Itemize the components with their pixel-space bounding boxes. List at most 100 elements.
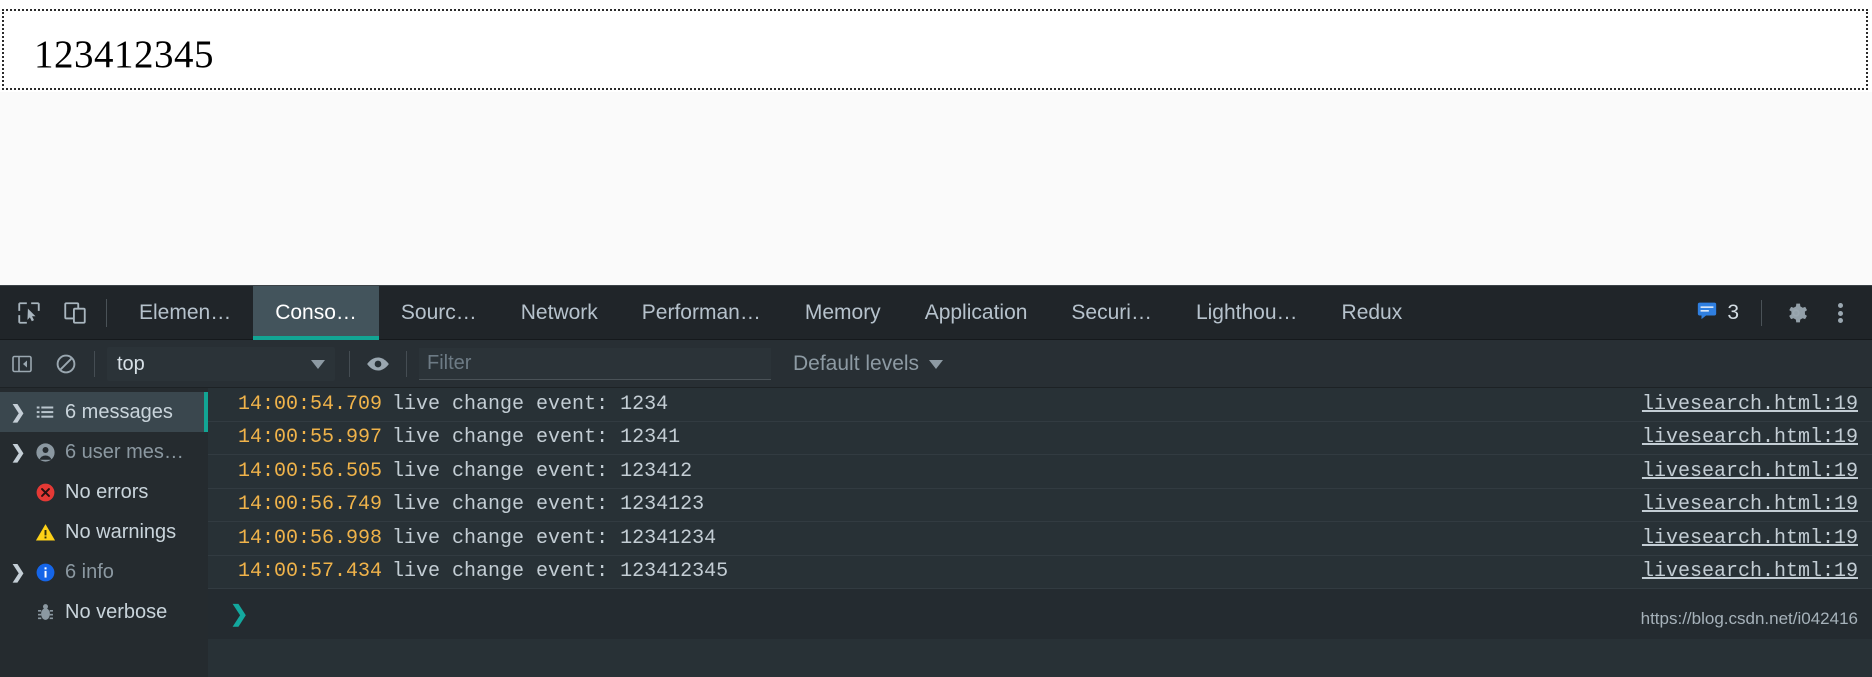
tab-redux[interactable]: Redux [1320,286,1425,340]
prompt-caret-icon: ❯ [230,601,249,626]
log-timestamp: 14:00:57.434 [238,560,383,584]
chevron-down-icon [311,359,325,369]
table-row[interactable]: 14:00:56.749 live change event: 1234123 … [208,489,1872,522]
tab-console-label: Conso… [275,301,357,324]
tab-security[interactable]: Securi… [1049,286,1174,340]
sidebar-item-user-messages[interactable]: ❯ 6 user mes… [0,432,208,472]
tab-security-label: Securi… [1071,301,1152,324]
tabbar-divider [106,299,107,327]
sidebar-item-verbose[interactable]: ❯ No verbose [0,592,208,632]
expand-arrow-icon[interactable]: ❯ [6,443,30,461]
message-count-value: 3 [1727,301,1739,324]
sidebar-item-errors-label: No errors [65,480,149,503]
log-timestamp: 14:00:55.997 [238,426,383,450]
device-toolbar-icon[interactable] [52,286,98,340]
log-source-link[interactable]: livesearch.html:19 [1642,393,1858,416]
message-count-badge[interactable]: 3 [1686,299,1749,327]
log-timestamp: 14:00:54.709 [238,392,383,416]
filterbar-divider [94,351,95,377]
expand-arrow-icon[interactable]: ❯ [6,563,30,581]
console-sidebar: ❯ 6 messages ❯ 6 user mes… No errors No … [0,388,208,677]
devtools-panel: Elemen… Conso… Sourc… Network Performan…… [0,285,1872,677]
info-icon [30,561,60,584]
filter-input[interactable] [419,348,771,380]
log-source-link[interactable]: livesearch.html:19 [1642,426,1858,449]
bug-icon [30,601,60,624]
kebab-dot [1837,318,1843,323]
console-log-list: 14:00:54.709 live change event: 1234 liv… [208,388,1872,677]
tab-elements[interactable]: Elemen… [117,286,253,340]
tab-performance-label: Performan… [641,301,761,324]
log-message: live change event: 1234 [392,392,669,416]
expand-arrow-icon[interactable]: ❯ [6,403,30,421]
toggle-console-sidebar-icon[interactable] [0,352,44,376]
tab-application[interactable]: Application [903,286,1050,340]
log-timestamp: 14:00:56.749 [238,493,383,517]
sidebar-item-errors[interactable]: ❯ No errors [0,472,208,512]
filterbar-divider [406,351,407,377]
tab-console[interactable]: Conso… [253,286,379,340]
tab-network-label: Network [520,301,598,324]
table-row[interactable]: 14:00:56.505 live change event: 123412 l… [208,455,1872,489]
sidebar-item-warnings-label: No warnings [65,520,177,543]
tab-sources-label: Sourc… [400,301,477,324]
clear-console-icon[interactable] [44,352,88,376]
table-row[interactable]: 14:00:56.998 live change event: 12341234… [208,522,1872,556]
more-options-kebab-icon[interactable] [1818,301,1862,326]
tabbar-right-controls: 3 [1686,286,1872,340]
sidebar-item-warnings[interactable]: ❯ No warnings [0,512,208,552]
console-prompt[interactable]: ❯ https://blog.csdn.net/i042416 [208,589,1872,639]
live-search-input[interactable]: 123412345 [2,9,1868,90]
tab-memory[interactable]: Memory [783,286,903,340]
tab-lighthouse[interactable]: Lighthou… [1174,286,1320,340]
inspect-element-icon[interactable] [6,286,52,340]
warning-icon [30,521,60,544]
log-message: live change event: 12341234 [392,526,717,550]
tab-performance[interactable]: Performan… [620,286,783,340]
browser-page-area: 123412345 [0,0,1872,285]
settings-gear-icon[interactable] [1774,300,1818,326]
filterbar-divider [349,351,350,377]
console-body: ❯ 6 messages ❯ 6 user mes… No errors No … [0,388,1872,677]
sidebar-item-info[interactable]: ❯ 6 info [0,552,208,592]
error-icon [30,481,60,504]
chevron-down-icon [929,359,944,369]
tab-lighthouse-label: Lighthou… [1195,301,1298,324]
tab-redux-label: Redux [1341,301,1403,324]
tab-network[interactable]: Network [499,286,620,340]
log-message: live change event: 12341 [392,426,681,450]
live-search-input-value: 123412345 [34,33,214,76]
tab-elements-label: Elemen… [139,301,232,324]
log-source-link[interactable]: livesearch.html:19 [1642,460,1858,483]
tab-sources[interactable]: Sourc… [379,286,499,340]
tab-memory-label: Memory [804,301,881,324]
table-row[interactable]: 14:00:57.434 live change event: 12341234… [208,556,1872,589]
sidebar-item-messages-label: 6 messages [65,400,173,423]
log-source-link[interactable]: livesearch.html:19 [1642,527,1858,550]
table-row[interactable]: 14:00:55.997 live change event: 12341 li… [208,422,1872,455]
log-message: live change event: 1234123 [392,493,705,517]
log-timestamp: 14:00:56.505 [238,459,383,483]
page-empty-results-area [0,92,1872,285]
sidebar-item-user-messages-label: 6 user mes… [65,440,184,463]
execution-context-value: top [117,352,145,375]
live-expression-eye-icon[interactable] [356,351,400,377]
watermark-text: https://blog.csdn.net/i042416 [1640,609,1858,628]
kebab-dot [1837,303,1843,308]
log-source-link[interactable]: livesearch.html:19 [1642,493,1858,516]
execution-context-select[interactable]: top [107,347,335,381]
devtools-tabbar: Elemen… Conso… Sourc… Network Performan…… [0,286,1872,340]
message-bubble-icon [1696,299,1718,327]
log-timestamp: 14:00:56.998 [238,526,383,550]
list-icon [30,401,60,423]
tabbar-right-divider [1761,300,1762,326]
sidebar-item-info-label: 6 info [65,560,114,583]
log-levels-select[interactable]: Default levels [793,352,944,376]
table-row[interactable]: 14:00:54.709 live change event: 1234 liv… [208,388,1872,422]
log-levels-label: Default levels [793,352,920,375]
kebab-dot [1837,310,1843,316]
sidebar-item-verbose-label: No verbose [65,600,168,623]
log-source-link[interactable]: livesearch.html:19 [1642,560,1858,583]
sidebar-item-messages[interactable]: ❯ 6 messages [0,392,208,432]
log-message: live change event: 123412345 [392,560,729,584]
